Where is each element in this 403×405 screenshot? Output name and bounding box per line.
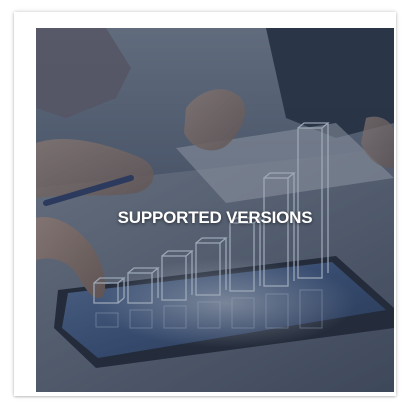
supported-versions-card: SUPPORTED VERSIONS	[14, 12, 396, 396]
supported-versions-tile[interactable]: SUPPORTED VERSIONS	[36, 28, 394, 392]
tile-title: SUPPORTED VERSIONS	[117, 208, 313, 227]
